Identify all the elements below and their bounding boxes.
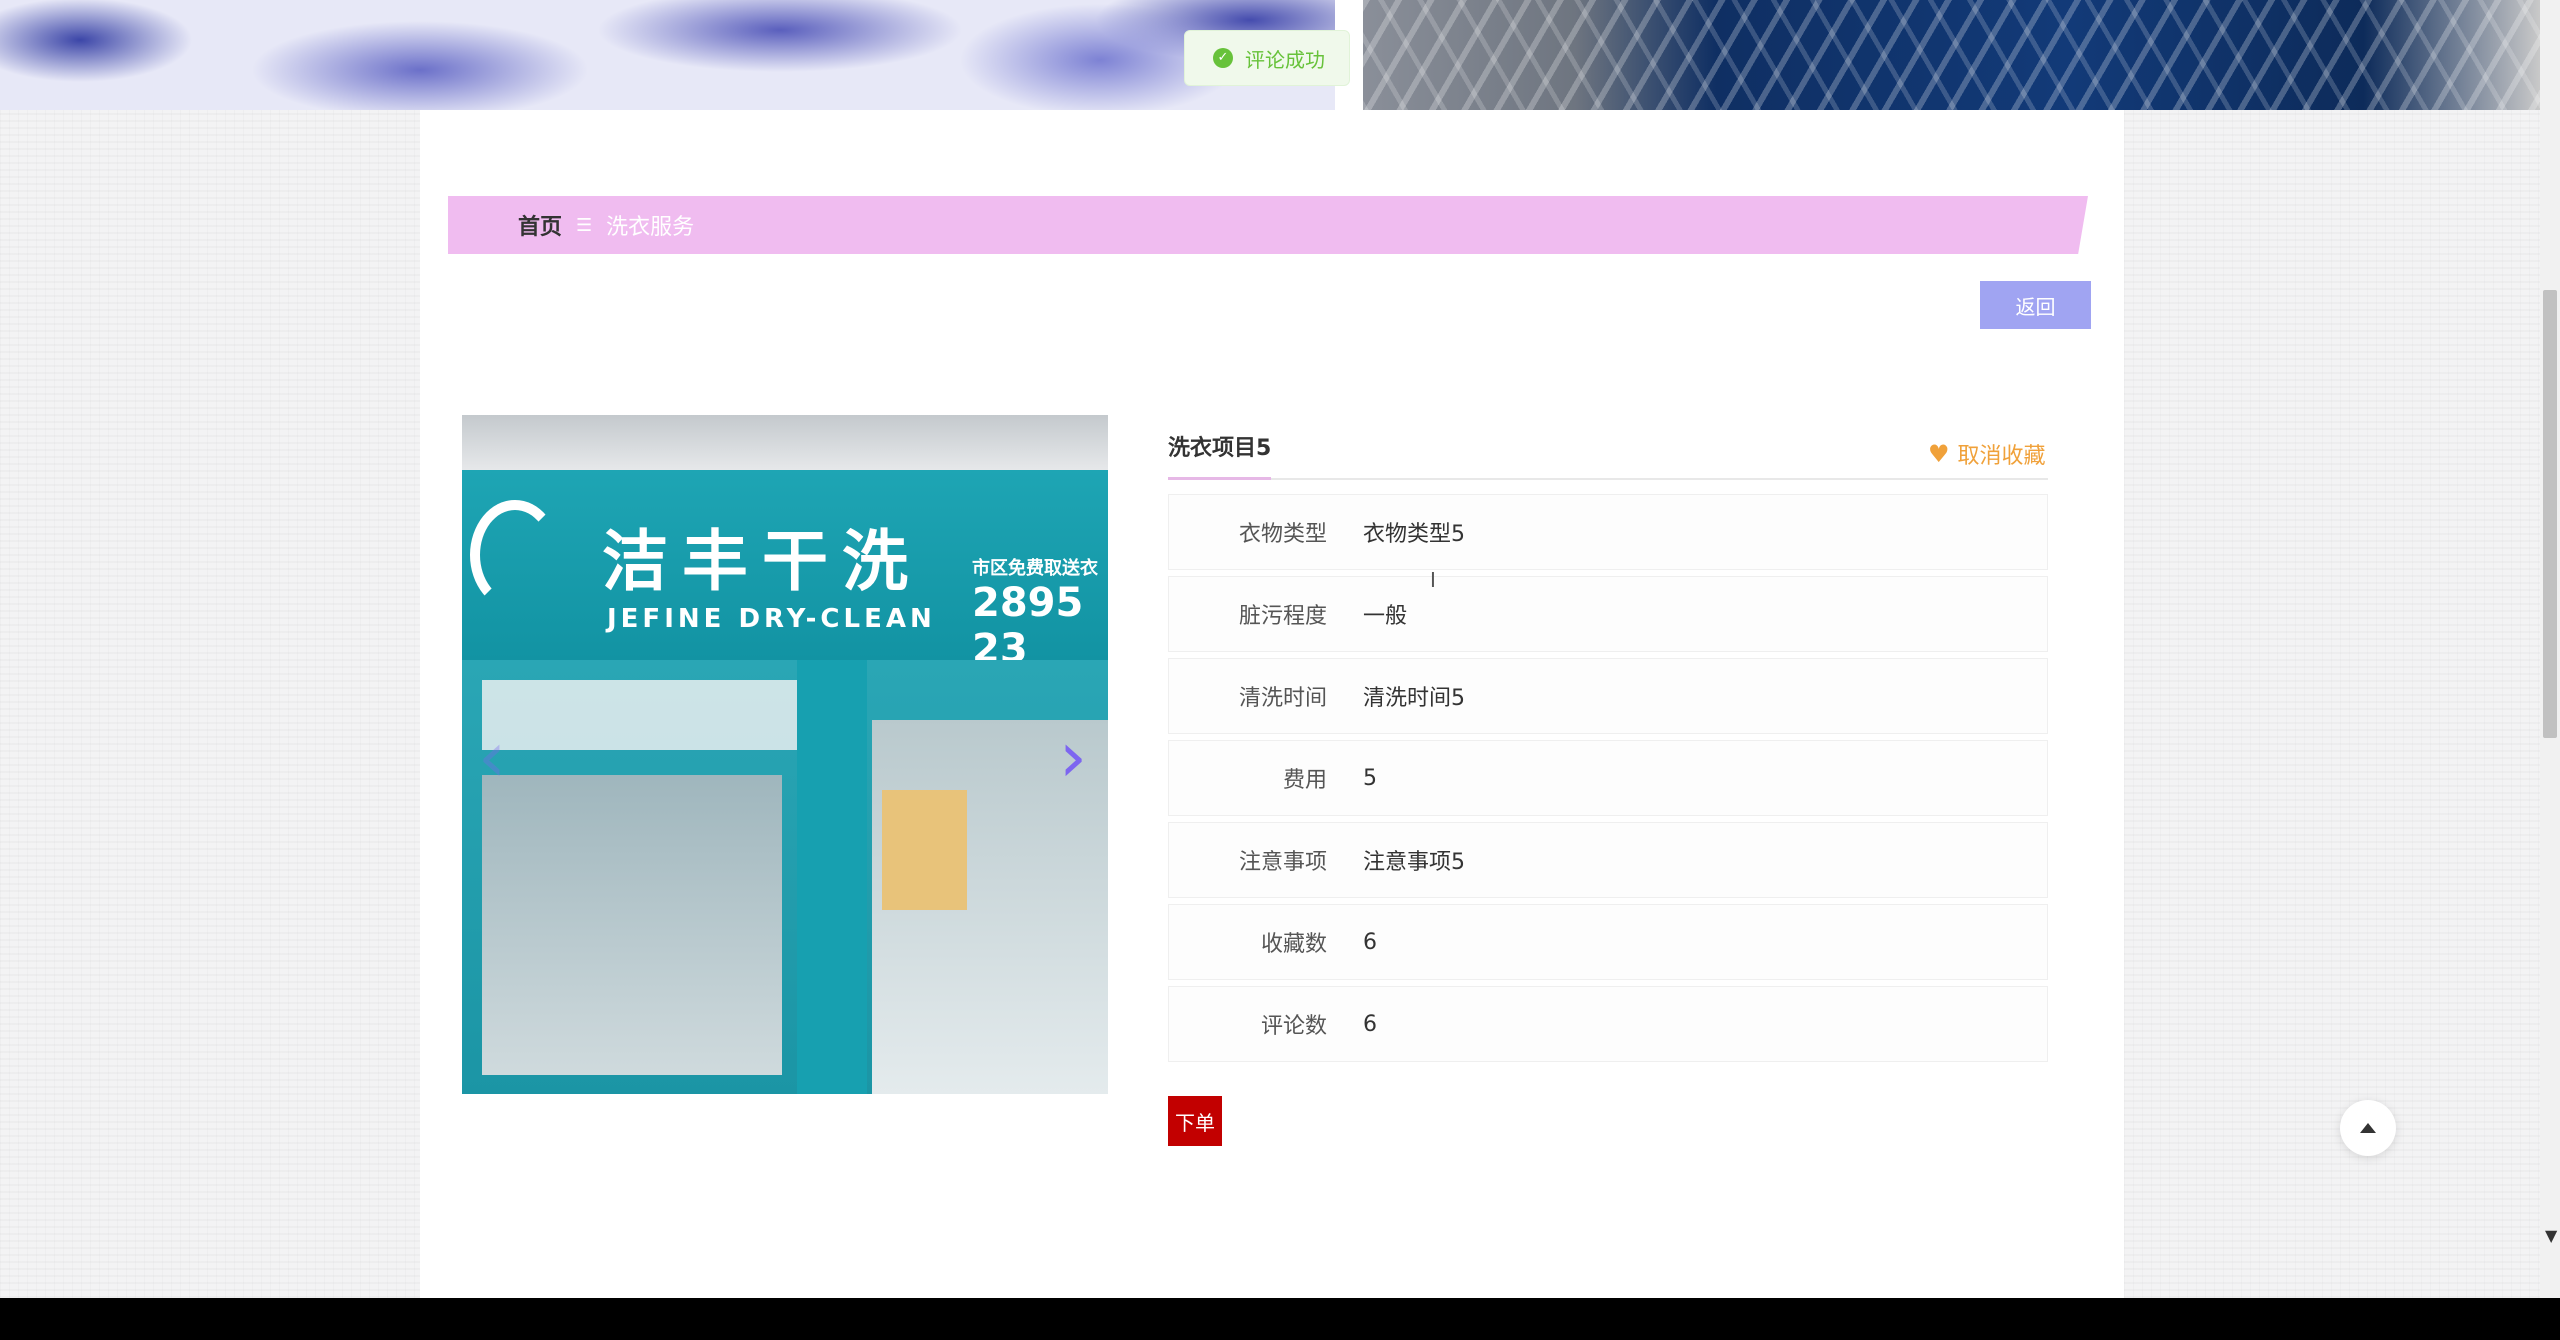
store-sign-small: 市区免费取送衣 — [972, 558, 1098, 579]
info-value: 一般 — [1363, 604, 1408, 629]
back-to-top-button[interactable] — [2340, 1100, 2396, 1156]
favorite-label: 取消收藏 — [1957, 444, 2046, 469]
info-row-wash-time: 清洗时间 清洗时间5 — [1168, 658, 2048, 734]
top-banner-left — [0, 0, 1335, 110]
store-signboard: 洁丰干洗 JEFINE DRY-CLEAN 市区免费取送衣 2895 23 — [462, 470, 1108, 672]
store-pillar — [797, 660, 867, 1094]
store-front — [462, 660, 1108, 1094]
top-banner-right — [1363, 0, 2540, 110]
os-taskbar — [0, 1298, 2560, 1340]
scroll-down-arrow-icon[interactable]: ▼ — [2545, 1226, 2557, 1245]
info-label: 衣物类型 — [1238, 522, 1327, 547]
title-divider-accent — [1168, 477, 1271, 480]
store-sign-phone: 2895 23 — [972, 580, 1084, 672]
breadcrumb: 首页 ☰ 洗衣服务 — [448, 196, 2088, 254]
product-image-carousel[interactable]: 洁丰干洗 JEFINE DRY-CLEAN 市区免费取送衣 2895 23 — [462, 415, 1108, 1094]
toast-message: 评论成功 — [1245, 47, 1325, 72]
right-textured-background — [2124, 110, 2540, 1298]
info-row-dirt-level: 脏污程度 一般 — [1168, 576, 2048, 652]
info-label: 评论数 — [1260, 1014, 1327, 1039]
success-toast: ✓ 评论成功 — [1184, 30, 1350, 86]
store-window — [482, 775, 782, 1075]
info-value: 清洗时间5 — [1363, 686, 1465, 711]
info-value: 6 — [1363, 1011, 1377, 1037]
chevron-right-icon[interactable]: › — [1053, 722, 1093, 792]
info-row-comment-count: 评论数 6 — [1168, 986, 2048, 1062]
store-ceiling — [462, 415, 1108, 470]
info-value: 5 — [1363, 765, 1377, 791]
store-sign-english: JEFINE DRY-CLEAN — [607, 604, 936, 634]
left-textured-background — [0, 110, 420, 1298]
back-button[interactable]: 返回 — [1980, 281, 2091, 329]
store-poster — [882, 790, 967, 910]
info-row-clothing-type: 衣物类型 衣物类型5 — [1168, 494, 2048, 570]
unfavorite-button[interactable]: ♥ 取消收藏 — [1928, 438, 2046, 470]
breadcrumb-home[interactable]: 首页 — [518, 209, 562, 241]
product-title: 洗衣项目5 — [1168, 436, 1272, 461]
info-label: 注意事项 — [1238, 850, 1327, 875]
arrow-up-icon — [2360, 1123, 2376, 1133]
browser-viewport: ✓ 评论成功 首页 ☰ 洗衣服务 返回 洁丰干洗 JEFINE DRY-CLEA… — [0, 0, 2560, 1298]
info-row-notes: 注意事项 注意事项5 — [1168, 822, 2048, 898]
detail-info-table: 衣物类型 衣物类型5 脏污程度 一般 清洗时间 清洗时间5 费用 5 注意事项 … — [1168, 494, 2048, 1068]
store-notice-board — [482, 680, 802, 750]
heart-icon: ♥ — [1928, 440, 1950, 468]
check-circle-icon: ✓ — [1213, 48, 1233, 68]
info-value: 注意事项5 — [1363, 850, 1465, 875]
info-label: 费用 — [1282, 768, 1327, 793]
info-label: 收藏数 — [1260, 932, 1327, 957]
store-logo-icon — [470, 500, 560, 610]
info-value: 6 — [1363, 929, 1377, 955]
scrollbar-thumb[interactable] — [2543, 290, 2557, 738]
info-row-fee: 费用 5 — [1168, 740, 2048, 816]
info-row-favorite-count: 收藏数 6 — [1168, 904, 2048, 980]
info-label: 脏污程度 — [1238, 604, 1327, 629]
breadcrumb-current[interactable]: 洗衣服务 — [606, 209, 694, 241]
title-divider — [1168, 478, 2048, 480]
breadcrumb-separator-icon: ☰ — [576, 214, 593, 236]
store-sign-chinese: 洁丰干洗 — [602, 523, 922, 600]
order-button[interactable]: 下单 — [1168, 1096, 1222, 1146]
chevron-left-icon[interactable]: ‹ — [472, 722, 512, 792]
info-label: 清洗时间 — [1238, 686, 1327, 711]
text-cursor-icon: I — [1430, 568, 1436, 592]
info-value: 衣物类型5 — [1363, 522, 1465, 547]
